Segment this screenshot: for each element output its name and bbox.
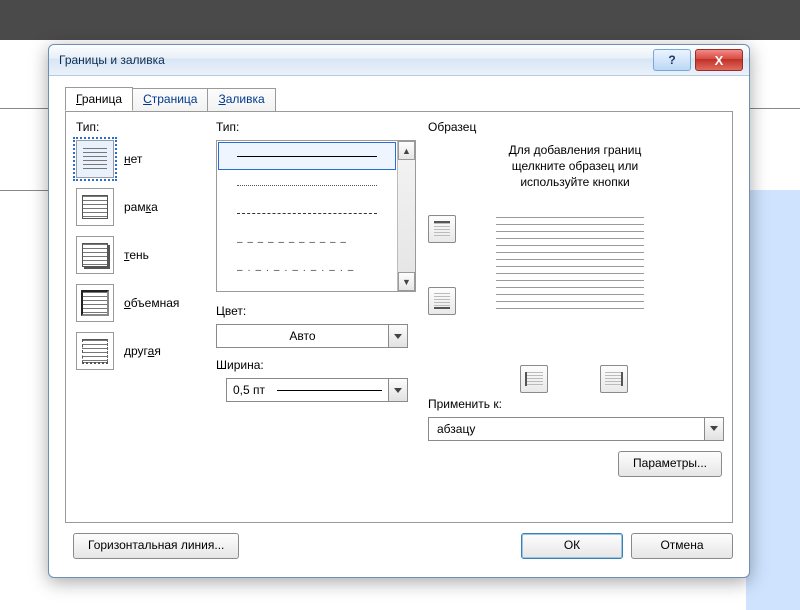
preset-custom[interactable]: другая [76, 332, 206, 370]
setting-heading: Тип: [76, 120, 206, 134]
background-ribbon [0, 0, 800, 40]
help-button[interactable]: ? [653, 49, 691, 71]
color-heading: Цвет: [216, 304, 416, 318]
list-item[interactable] [217, 171, 397, 199]
preset-box-icon [76, 188, 114, 226]
tab-page[interactable]: Страница [132, 88, 208, 112]
options-button[interactable]: Параметры... [618, 451, 722, 477]
tabstrip: Граница Страница Заливка [65, 87, 275, 111]
line-style-list[interactable]: ▲ ▼ [216, 140, 416, 292]
edge-bottom-button[interactable] [428, 287, 456, 315]
dialog-bottom-bar: Горизонтальная линия... ОК Отмена [65, 531, 733, 561]
cancel-button[interactable]: Отмена [631, 533, 733, 559]
dialog-title: Границы и заливка [59, 53, 649, 67]
setting-column: Тип: нет рамка тень объемная [76, 118, 206, 380]
preset-custom-icon [76, 332, 114, 370]
tab-border[interactable]: Граница [65, 87, 133, 111]
edge-left-button[interactable] [520, 365, 548, 393]
chevron-down-icon [704, 418, 723, 440]
edge-top-button[interactable] [428, 215, 456, 243]
tab-shading[interactable]: Заливка [207, 88, 275, 112]
scroll-down-button[interactable]: ▼ [398, 272, 415, 291]
preset-box[interactable]: рамка [76, 188, 206, 226]
width-combo[interactable]: 0,5 пт [226, 378, 408, 402]
scrollbar[interactable]: ▲ ▼ [397, 141, 415, 291]
preset-shadow-icon [76, 236, 114, 274]
preview-column: Образец Для добавления границ щелкните о… [428, 118, 722, 516]
preset-shadow[interactable]: тень [76, 236, 206, 274]
preview-hint: Для добавления границ щелкните образец и… [438, 142, 712, 191]
horizontal-line-button[interactable]: Горизонтальная линия... [73, 533, 239, 559]
list-item[interactable] [217, 227, 397, 255]
close-button[interactable]: X [695, 49, 743, 71]
tab-panel: Тип: нет рамка тень объемная [65, 111, 733, 523]
preview-text-icon [496, 217, 644, 315]
ok-button[interactable]: ОК [521, 533, 623, 559]
style-column: Тип: ▲ ▼ Цвет: [216, 118, 416, 402]
chevron-down-icon [388, 325, 407, 347]
list-item[interactable] [217, 199, 397, 227]
chevron-down-icon [388, 379, 407, 401]
preset-3d-icon [76, 284, 114, 322]
scroll-up-button[interactable]: ▲ [398, 141, 415, 160]
preview-box[interactable] [470, 201, 670, 331]
preset-none-icon [76, 140, 114, 178]
style-heading: Тип: [216, 120, 416, 134]
preset-3d[interactable]: объемная [76, 284, 206, 322]
borders-shading-dialog: Границы и заливка ? X Граница Страница З… [48, 44, 750, 578]
color-combo[interactable]: Авто [216, 324, 408, 348]
apply-to-heading: Применить к: [428, 397, 722, 411]
width-heading: Ширина: [216, 358, 416, 372]
titlebar: Границы и заливка ? X [49, 45, 749, 76]
background-panel [746, 190, 800, 610]
edge-right-button[interactable] [600, 365, 628, 393]
preset-none[interactable]: нет [76, 140, 206, 178]
list-item[interactable] [218, 142, 396, 170]
apply-to-combo[interactable]: абзацу [428, 417, 724, 441]
list-item[interactable] [217, 255, 397, 283]
preview-area [428, 201, 722, 381]
preview-heading: Образец [428, 120, 722, 134]
